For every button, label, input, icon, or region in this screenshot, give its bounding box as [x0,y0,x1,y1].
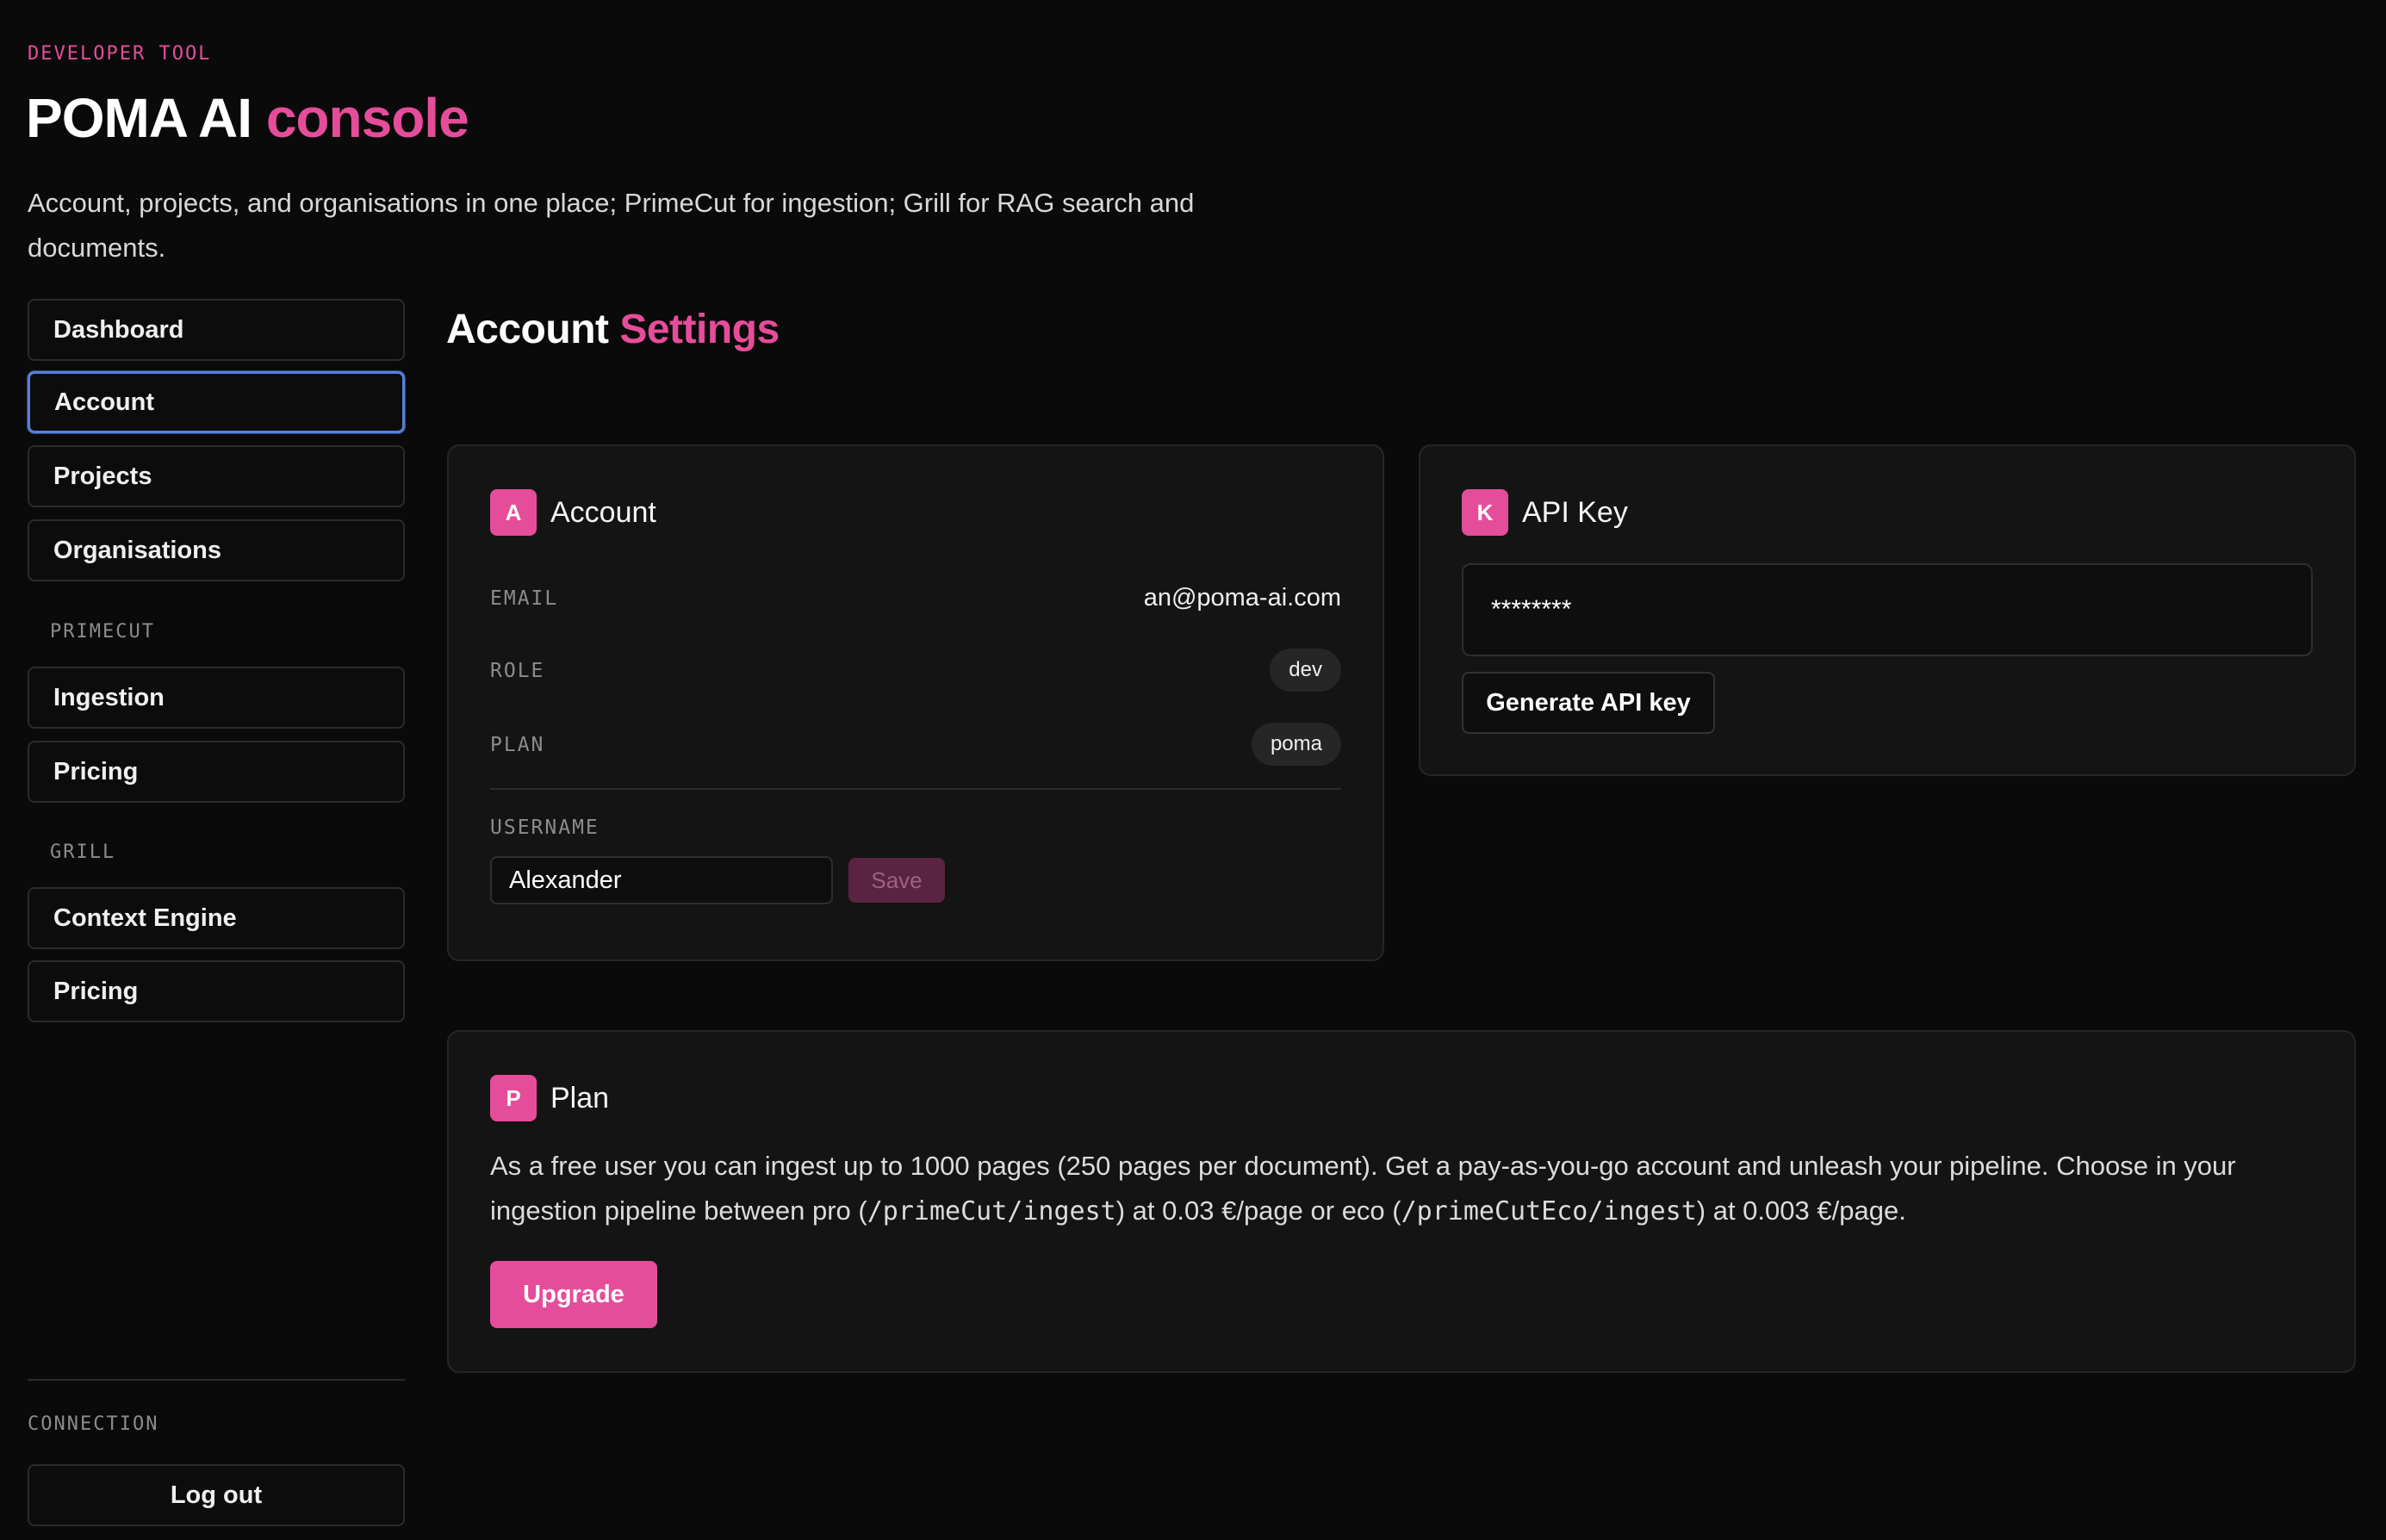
page-title: Account Settings [446,306,780,353]
plan-text-part: ) at 0.003 €/page. [1696,1195,1906,1226]
app-title: POMA AI console [26,86,469,150]
save-button[interactable]: Save [848,858,945,903]
sidebar-item-projects[interactable]: Projects [28,445,405,507]
account-divider [490,788,1341,790]
sidebar-item-account[interactable]: Account [28,371,405,433]
account-card-title: Account [550,495,656,529]
api-key-card: K API Key Generate API key [1419,444,2356,776]
api-key-card-header: K API Key [1462,489,1628,536]
connection-label: CONNECTION [28,1413,159,1435]
sidebar-item-grill-pricing[interactable]: Pricing [28,960,405,1022]
logout-button[interactable]: Log out [28,1464,405,1526]
sidebar-item-label: Pricing [53,757,139,786]
sidebar-divider [28,1379,405,1381]
account-card: A Account EMAIL an@poma-ai.com ROLE dev … [447,444,1384,961]
upgrade-button[interactable]: Upgrade [490,1261,657,1328]
sidebar-item-label: Pricing [53,977,139,1005]
plan-card: P Plan As a free user you can ingest up … [447,1030,2356,1373]
sidebar-item-grill-context-engine[interactable]: Context Engine [28,887,405,949]
sidebar-item-label: Organisations [53,536,221,564]
plan-label: PLAN [490,734,545,756]
plan-description: As a free user you can ingest up to 1000… [490,1144,2342,1234]
generate-api-key-button[interactable]: Generate API key [1462,672,1715,734]
sidebar-item-primecut-pricing[interactable]: Pricing [28,741,405,803]
email-label: EMAIL [490,587,559,610]
plan-endpoint-eco: /primeCutEco/ingest [1401,1196,1697,1226]
plan-endpoint-pro: /primeCut/ingest [867,1196,1116,1226]
api-key-card-title: API Key [1522,495,1628,529]
logout-label: Log out [170,1481,263,1509]
plan-card-header: P Plan [490,1075,609,1121]
sidebar-item-label: Dashboard [53,315,184,344]
sidebar-item-label: Account [54,388,154,416]
username-input[interactable] [490,856,833,904]
page-title-main: Account [446,307,609,352]
plan-badge: poma [1251,723,1341,766]
sidebar-item-label: Projects [53,462,152,490]
eyebrow-label: DEVELOPER TOOL [28,43,212,65]
sidebar-item-label: Ingestion [53,683,165,711]
app-title-accent: console [265,87,469,149]
section-label-primecut: PRIMECUT [50,621,155,643]
plan-badge-icon: P [490,1075,537,1121]
api-key-badge-icon: K [1462,489,1508,536]
app-title-main: POMA AI [26,87,252,149]
app-subtitle: Account, projects, and organisations in … [28,188,1195,263]
email-value: an@poma-ai.com [1143,584,1341,612]
username-label: USERNAME [490,817,600,839]
sidebar-item-dashboard[interactable]: Dashboard [28,299,405,361]
sidebar-item-primecut-ingestion[interactable]: Ingestion [28,667,405,729]
role-badge: dev [1270,649,1341,692]
account-card-header: A Account [490,489,656,536]
account-badge-icon: A [490,489,537,536]
api-key-field[interactable] [1462,563,2313,656]
role-label: ROLE [490,660,545,682]
sidebar-item-label: Context Engine [53,904,237,932]
plan-text-part: ) at 0.03 €/page or eco ( [1115,1195,1401,1226]
plan-card-title: Plan [550,1081,610,1115]
page-title-accent: Settings [619,307,780,352]
sidebar-item-organisations[interactable]: Organisations [28,519,405,581]
section-label-grill: GRILL [50,841,116,863]
